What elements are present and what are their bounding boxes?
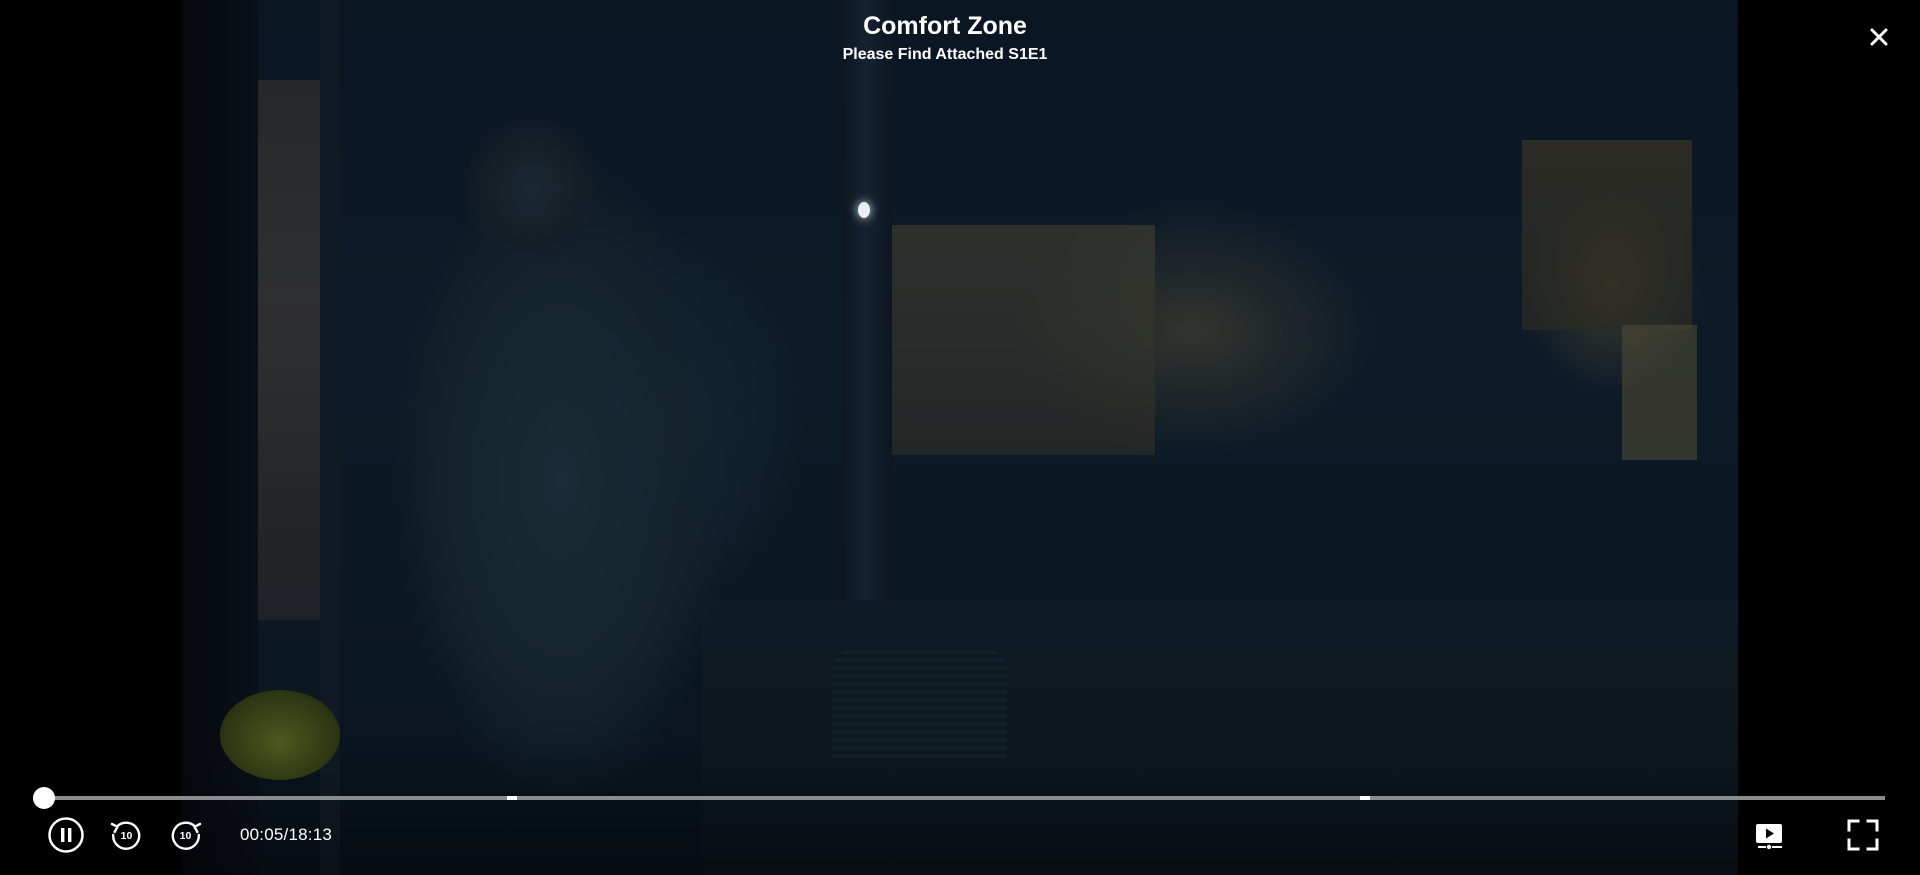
close-icon <box>1870 28 1888 46</box>
rewind-seconds-label: 10 <box>121 830 133 842</box>
scene-pillar <box>842 0 892 640</box>
title-block: Comfort Zone Please Find Attached S1E1 <box>0 10 1890 66</box>
rewind-10-button[interactable]: 10 <box>106 815 146 855</box>
pause-button[interactable] <box>46 815 86 855</box>
close-button[interactable] <box>1868 26 1890 48</box>
scene-panel-right <box>1622 325 1697 460</box>
forward-seconds-label: 10 <box>180 830 192 842</box>
forward-10-icon: 10 <box>171 821 202 850</box>
seek-track <box>35 796 1885 800</box>
rewind-10-icon: 10 <box>110 821 141 850</box>
forward-10-button[interactable]: 10 <box>166 815 206 855</box>
scene-lamp <box>858 202 870 218</box>
next-episode-icon <box>1756 824 1782 850</box>
episode-title: Please Find Attached S1E1 <box>842 46 1048 63</box>
scene-window <box>258 80 320 620</box>
fullscreen-button[interactable] <box>1843 815 1883 855</box>
video-player[interactable]: Comfort Zone Please Find Attached S1E1 1… <box>0 0 1920 875</box>
time-display: 00:05/18:13 <box>240 825 333 844</box>
show-title: Comfort Zone <box>863 12 1027 40</box>
seek-bar[interactable] <box>32 787 1885 809</box>
seek-thumb[interactable] <box>32 787 55 809</box>
controls-bar: 10 10 00:05/18:13 <box>0 815 1920 855</box>
scene-whiteboard <box>865 225 1155 455</box>
next-episode-button[interactable] <box>1750 815 1790 855</box>
scene-board-right <box>1522 140 1692 330</box>
chapter-marker <box>1359 796 1370 800</box>
fullscreen-icon <box>1847 819 1879 851</box>
chapter-marker <box>506 796 517 800</box>
pause-icon <box>48 817 84 853</box>
